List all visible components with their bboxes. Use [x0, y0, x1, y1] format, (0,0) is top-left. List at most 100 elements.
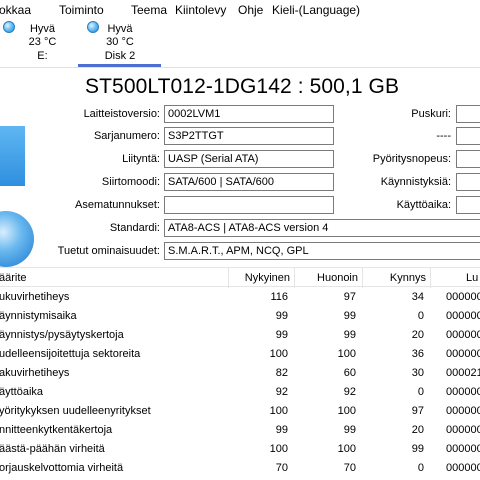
temperature-status-icon [0, 211, 34, 267]
attribute-name-cell: yöritykyksen uudelleenyritykset [0, 405, 151, 417]
current-value-cell: 82 [275, 367, 288, 379]
worst-value-cell: 97 [343, 291, 356, 303]
disk-model-title: ST500LT012-1DG142 : 500,1 GB [85, 75, 400, 98]
raw-value-cell: 000000 [446, 329, 480, 341]
disk-status: Hyvä [29, 23, 56, 35]
worst-value-cell: 100 [337, 443, 356, 455]
raw-value-cell: 000000 [446, 462, 480, 474]
standard-field: ATA8-ACS | ATA8-ACS version 4 [164, 219, 480, 237]
attribute-name-cell: nnitteenkytkentäkertoja [0, 424, 113, 436]
menu-help[interactable]: Ohje [238, 3, 263, 17]
current-value-cell: 116 [270, 291, 288, 303]
raw-value-cell: 000000 [446, 405, 480, 417]
column-header-raw[interactable]: Lu [466, 272, 478, 284]
threshold-value-cell: 30 [411, 367, 424, 379]
table-row[interactable]: äyttöaika 92 92 0 000000 [0, 383, 480, 402]
firmware-label: Laitteistoversio: [83, 108, 160, 120]
raw-value-cell: 000000 [446, 386, 480, 398]
threshold-value-cell: 0 [417, 310, 424, 322]
threshold-value-cell: 20 [411, 424, 424, 436]
threshold-value-cell: 34 [411, 291, 424, 303]
column-divider [430, 268, 431, 288]
disk-button-disk2[interactable]: Hyvä 30 °C Disk 2 [84, 20, 164, 67]
features-label: Tuetut ominaisuudet: [57, 245, 160, 257]
menu-bar: okkaa Toiminto Teema Kiintolevy Ohje Kie… [0, 0, 480, 20]
worst-value-cell: 60 [343, 367, 356, 379]
current-value-cell: 99 [275, 424, 288, 436]
power-on-hours-label: Käyttöaika: [396, 199, 451, 211]
disk-temperature: 30 °C [106, 36, 134, 48]
current-value-cell: 100 [269, 443, 288, 455]
threshold-value-cell: 99 [411, 443, 424, 455]
menu-theme[interactable]: Teema [131, 3, 167, 17]
disk-button-e[interactable]: Hyvä 23 °C E: [0, 20, 82, 67]
raw-value-cell: 000000 [446, 424, 480, 436]
table-row[interactable]: orjauskelvottomia virheitä 70 70 0 000000 [0, 459, 480, 478]
column-divider [362, 268, 363, 288]
disk-status: Hyvä [107, 23, 133, 35]
column-header-attribute[interactable]: äärite [0, 272, 27, 284]
health-status-icon [3, 21, 15, 33]
disk-selector-bar: Hyvä 23 °C E: Hyvä 30 °C Disk 2 [0, 20, 480, 67]
column-divider [294, 268, 295, 288]
disk-name: E: [37, 50, 48, 62]
worst-value-cell: 92 [343, 386, 356, 398]
menu-language[interactable]: Kieli-(Language) [272, 3, 360, 17]
table-row[interactable]: nnitteenkytkentäkertoja 99 99 20 000000 [0, 421, 480, 440]
threshold-value-cell: 20 [411, 329, 424, 341]
table-row[interactable]: äynnistys/pysäytyskertoja 99 99 20 000000 [0, 326, 480, 345]
menu-disk[interactable]: Kiintolevy [175, 3, 226, 17]
current-value-cell: 92 [275, 386, 288, 398]
attribute-name-cell: udelleensijoitettuja sektoreita [0, 348, 141, 360]
attribute-name-cell: orjauskelvottomia virheitä [0, 462, 124, 474]
drive-letter-label: Asematunnukset: [75, 199, 160, 211]
attribute-name-cell: ukuvirhetiheys [0, 291, 70, 303]
standard-label: Standardi: [109, 222, 160, 234]
column-header-threshold[interactable]: Kynnys [368, 272, 426, 284]
menu-function[interactable]: Toiminto [59, 3, 104, 17]
worst-value-cell: 99 [343, 329, 356, 341]
features-field: S.M.A.R.T., APM, NCQ, GPL [164, 242, 480, 260]
rotation-rate-field [456, 150, 480, 168]
buffer-label: Puskuri: [411, 108, 451, 120]
current-value-cell: 99 [275, 310, 288, 322]
attribute-name-cell: äyttöaika [0, 386, 44, 398]
table-row[interactable]: yöritykyksen uudelleenyritykset 100 100 97 0… [0, 402, 480, 421]
firmware-field: 0002LVM1 [164, 105, 334, 123]
column-divider [228, 268, 229, 288]
current-value-cell: 100 [269, 405, 288, 417]
attribute-name-cell: äynnistymisaika [0, 310, 77, 322]
transfer-mode-field: SATA/600 | SATA/600 [164, 173, 334, 191]
health-status-button[interactable] [0, 126, 25, 186]
table-row[interactable]: akuvirhetiheys 82 60 30 000021 [0, 364, 480, 383]
table-row[interactable]: udelleensijoitettuja sektoreita 100 100 36 0… [0, 345, 480, 364]
interface-label: Liityntä: [122, 153, 160, 165]
raw-value-cell: 000021 [446, 367, 480, 379]
serial-label: Sarjanumero: [93, 130, 160, 142]
power-on-count-label: Käynnistyksiä: [380, 176, 451, 188]
power-on-hours-field [456, 196, 480, 214]
menu-file[interactable]: okkaa [0, 3, 31, 17]
column-header-current[interactable]: Nykyinen [240, 272, 290, 284]
table-row[interactable]: äynnistymisaika 99 99 0 000000 [0, 307, 480, 326]
raw-value-cell: 000000 [446, 443, 480, 455]
attribute-name-cell: akuvirhetiheys [0, 367, 70, 379]
raw-value-cell: 000000 [446, 348, 480, 360]
threshold-value-cell: 0 [417, 386, 424, 398]
disk-temperature: 23 °C [28, 36, 57, 48]
table-row[interactable]: äästä-päähän virheitä 100 100 99 000000 [0, 440, 480, 459]
attribute-name-cell: äästä-päähän virheitä [0, 443, 105, 455]
worst-value-cell: 100 [337, 348, 356, 360]
rotation-rate-label: Pyöritysnopeus: [372, 153, 451, 165]
transfer-mode-label: Siirtomoodi: [101, 176, 160, 188]
buffer-field [456, 105, 480, 123]
divider [0, 67, 480, 68]
drive-letter-field [164, 196, 334, 214]
column-header-worst[interactable]: Huonoin [300, 272, 358, 284]
table-header: äärite Nykyinen Huonoin Kynnys Lu [0, 267, 480, 288]
table-row[interactable]: ukuvirhetiheys 116 97 34 000000 [0, 288, 480, 307]
current-value-cell: 100 [269, 348, 288, 360]
worst-value-cell: 100 [337, 405, 356, 417]
power-on-count-field [456, 173, 480, 191]
current-value-cell: 99 [275, 329, 288, 341]
